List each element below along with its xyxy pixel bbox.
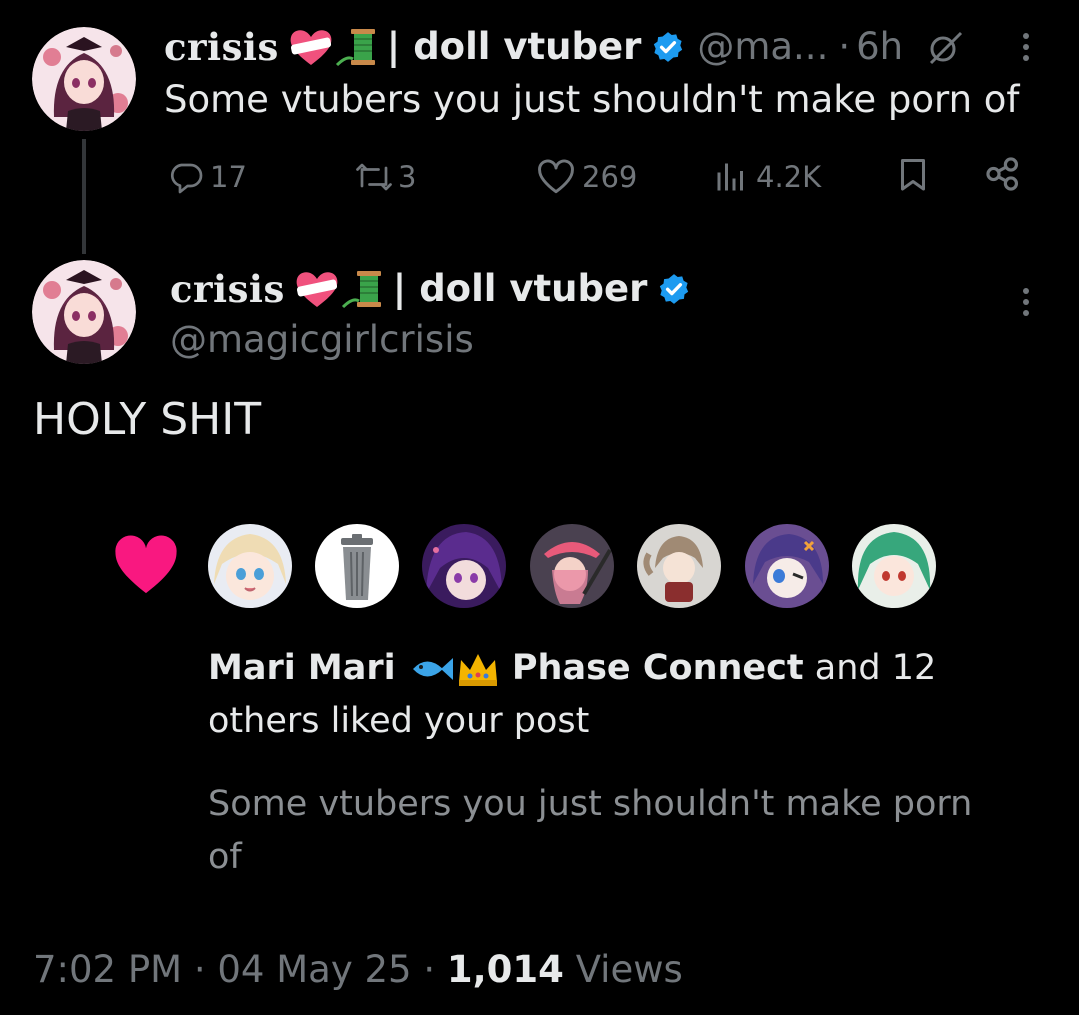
author-handle[interactable]: @magicgirlcrisis bbox=[170, 318, 474, 362]
like-notification-line2: others liked your post bbox=[208, 701, 590, 741]
share-icon bbox=[986, 157, 1019, 191]
like-notification-text: Mari Mari Phase Connect and 12 others li… bbox=[208, 642, 1008, 748]
repost-count: 3 bbox=[398, 160, 417, 194]
reply-count: 17 bbox=[210, 160, 247, 194]
liker-name: Mari Mari bbox=[208, 648, 396, 688]
timestamp-time[interactable]: 7:02 PM bbox=[33, 948, 182, 991]
main-tweet-text: HOLY SHIT bbox=[33, 394, 262, 445]
liker-avatar bbox=[852, 524, 936, 608]
timestamp-date[interactable]: 04 May 25 bbox=[217, 948, 411, 991]
heart-icon bbox=[115, 535, 177, 594]
thread-spool-emoji-icon bbox=[341, 271, 381, 309]
thread-line bbox=[82, 139, 86, 254]
fish-emoji-icon bbox=[412, 658, 453, 680]
reply-button[interactable]: 17 bbox=[168, 155, 247, 199]
share-button[interactable] bbox=[983, 155, 1023, 193]
repost-icon bbox=[356, 163, 392, 191]
like-button[interactable]: 269 bbox=[536, 155, 637, 199]
main-name-row: crisis | doll vtuber bbox=[170, 267, 691, 311]
views-button[interactable]: 4.2K bbox=[712, 155, 821, 199]
like-notification-rest: and 12 bbox=[814, 648, 937, 688]
view-count: 4.2K bbox=[756, 160, 822, 194]
separator-dot: · bbox=[423, 948, 436, 991]
tweet-timestamp: 7:02 PM · 04 May 25 · 1,014 Views bbox=[33, 944, 683, 996]
thread-spool-emoji-icon bbox=[335, 29, 375, 67]
bookmark-button[interactable] bbox=[895, 155, 931, 193]
liker-avatar bbox=[422, 524, 506, 608]
crown-emoji-icon bbox=[458, 654, 497, 686]
parent-name-row: crisis | doll vtuber @ma... · 6h bbox=[164, 25, 965, 69]
author-display-name[interactable]: crisis bbox=[170, 267, 285, 311]
liker-name: Phase Connect bbox=[511, 648, 804, 688]
author-name-suffix[interactable]: | doll vtuber bbox=[393, 267, 648, 311]
views-count: 1,014 bbox=[446, 948, 564, 991]
views-icon bbox=[717, 163, 743, 191]
like-icon bbox=[538, 159, 574, 194]
parent-tweet-text: Some vtubers you just shouldn't make por… bbox=[164, 78, 1020, 121]
more-icon[interactable] bbox=[1022, 33, 1030, 61]
quoted-post-text: Some vtubers you just shouldn't make por… bbox=[208, 784, 973, 877]
separator-dot: · bbox=[838, 25, 851, 68]
avatar[interactable] bbox=[32, 260, 136, 364]
avatar[interactable] bbox=[32, 27, 136, 131]
liker-avatar bbox=[745, 524, 829, 608]
author-handle[interactable]: @ma... bbox=[697, 25, 828, 69]
mending-heart-emoji-icon bbox=[296, 272, 338, 307]
reply-icon bbox=[170, 163, 203, 194]
bookmark-icon bbox=[901, 159, 925, 191]
like-count: 269 bbox=[582, 160, 638, 194]
mending-heart-emoji-icon bbox=[290, 30, 332, 65]
more-icon[interactable] bbox=[1022, 288, 1030, 316]
verified-badge-icon bbox=[654, 32, 683, 62]
author-display-name[interactable]: crisis bbox=[164, 25, 279, 69]
liker-avatar bbox=[315, 524, 399, 608]
liker-avatar bbox=[208, 524, 292, 608]
repost-button[interactable]: 3 bbox=[352, 155, 416, 199]
post-time[interactable]: 6h bbox=[856, 25, 903, 69]
author-name-suffix[interactable]: | doll vtuber bbox=[387, 25, 642, 69]
liker-avatar bbox=[530, 524, 614, 608]
grok-icon[interactable] bbox=[925, 27, 965, 67]
separator-dot: · bbox=[193, 948, 206, 991]
verified-badge-icon bbox=[660, 274, 689, 304]
liker-avatar bbox=[637, 524, 721, 608]
views-label: Views bbox=[575, 948, 683, 991]
